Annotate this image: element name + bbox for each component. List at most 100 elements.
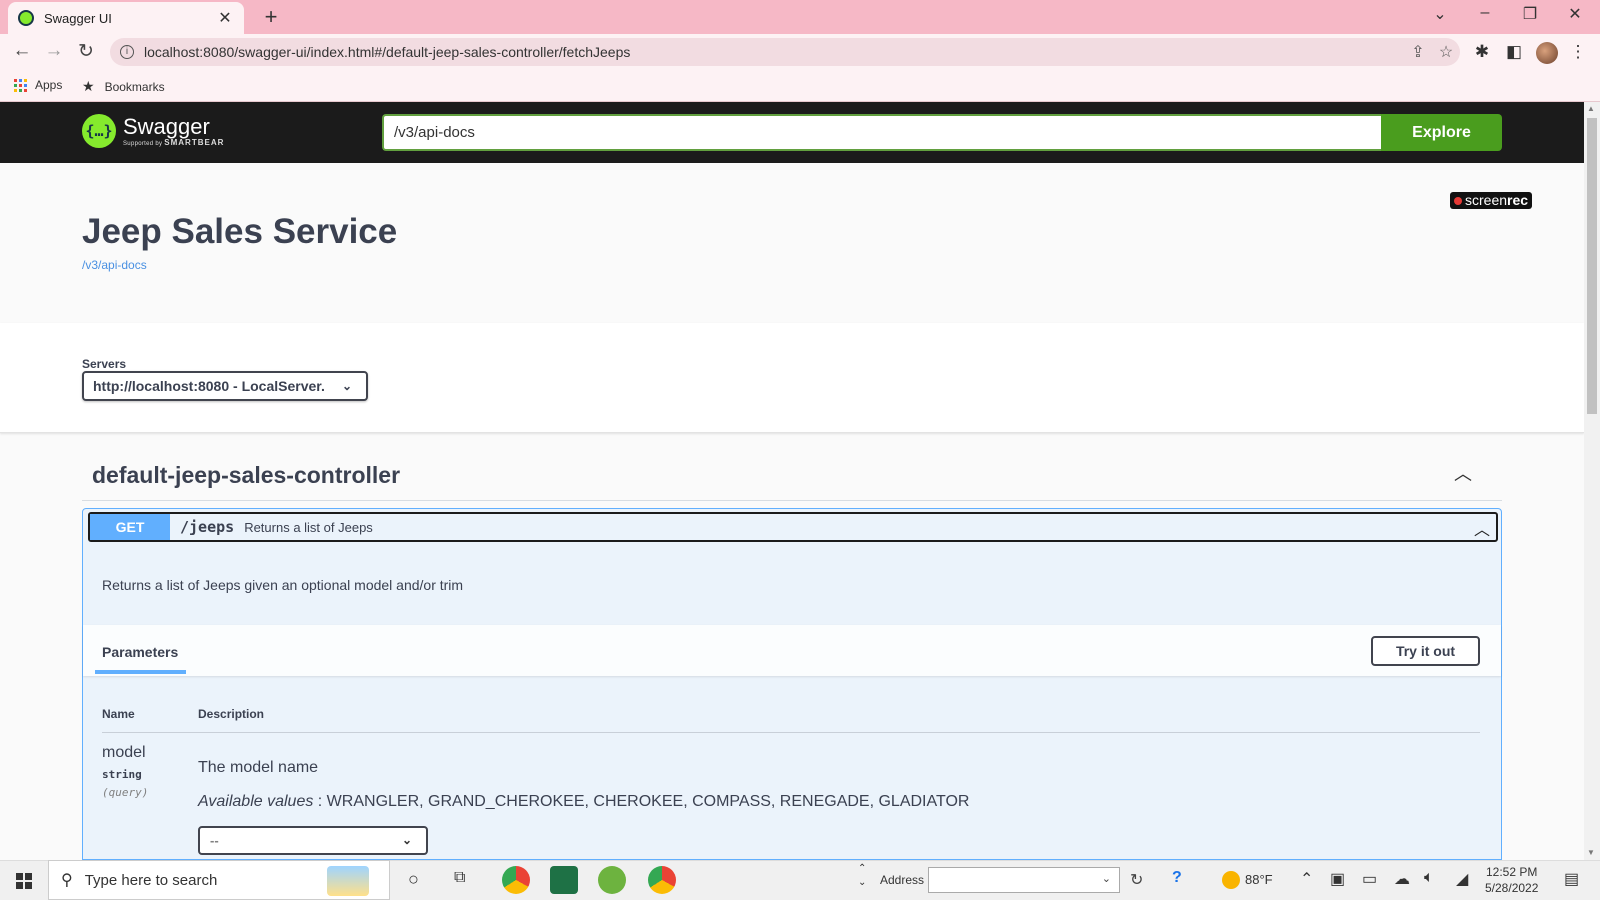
tab-search-icon[interactable]: ⌄ <box>1425 4 1455 24</box>
tag-title[interactable]: default-jeep-sales-controller <box>92 462 400 489</box>
operation-description: Returns a list of Jeeps given an optiona… <box>102 577 464 593</box>
bookmark-apps[interactable]: Apps <box>14 78 62 92</box>
tag-divider <box>82 500 1502 501</box>
url-text: localhost:8080/swagger-ui/index.html#/de… <box>144 44 631 60</box>
apps-grid-icon <box>14 78 27 92</box>
address-bar[interactable]: i localhost:8080/swagger-ui/index.html#/… <box>110 38 1460 66</box>
param-type: string <box>102 768 142 781</box>
scrollbar-thumb[interactable] <box>1587 118 1597 414</box>
page-scrollbar[interactable]: ▲ ▼ <box>1584 102 1600 860</box>
browser-tab[interactable]: Swagger UI ✕ <box>8 2 244 34</box>
swagger-logo[interactable]: {…} Swagger Supported by SMARTBEAR <box>82 114 224 148</box>
tab-title: Swagger UI <box>44 10 112 26</box>
tab-underline <box>95 670 186 674</box>
chevron-down-icon: ⌄ <box>1101 873 1111 885</box>
bookmark-star-icon[interactable]: ☆ <box>1432 42 1460 62</box>
param-description: The model name <box>198 759 319 776</box>
new-tab-button[interactable]: + <box>260 4 282 30</box>
refresh-icon[interactable]: ↻ <box>1130 870 1143 890</box>
menu-kebab-icon[interactable]: ⋮ <box>1566 42 1590 62</box>
profile-avatar[interactable] <box>1536 42 1558 64</box>
share-icon[interactable]: ⇪ <box>1404 42 1432 62</box>
address-toolbar-input[interactable]: ⌄ <box>928 867 1120 893</box>
reload-icon[interactable]: ↻ <box>74 40 98 63</box>
notifications-icon[interactable]: ▤ <box>1564 869 1579 889</box>
forward-arrow-icon[interactable]: → <box>42 40 66 62</box>
side-panel-icon[interactable]: ◧ <box>1502 42 1526 62</box>
bookmarks-bar <box>0 70 1600 102</box>
minimize-button[interactable]: – <box>1470 4 1500 22</box>
model-select[interactable]: -- ⌄ <box>198 826 428 855</box>
task-view-icon[interactable]: ⧉ <box>454 869 465 887</box>
cortana-icon[interactable]: ○ <box>408 869 419 890</box>
clock-time: 12:52 PM <box>1486 865 1538 879</box>
col-header-name: Name <box>102 707 135 721</box>
chevron-down-icon: ⌄ <box>401 833 412 847</box>
operation-summary[interactable]: GET /jeeps Returns a list of Jeeps ︿ <box>88 512 1498 542</box>
wifi-icon[interactable]: ◢ <box>1456 869 1468 889</box>
chevron-up-icon[interactable]: ︿ <box>1474 516 1490 540</box>
swagger-favicon-icon <box>18 10 34 26</box>
tab-close-icon[interactable]: ✕ <box>216 8 234 28</box>
swagger-brand: Swagger <box>123 113 210 139</box>
bookmark-apps-label: Apps <box>35 78 63 92</box>
api-docs-link[interactable]: /v3/api-docs <box>82 258 147 272</box>
available-values-list: : WRANGLER, GRAND_CHEROKEE, CHEROKEE, CO… <box>313 793 970 810</box>
servers-label: Servers <box>82 357 127 371</box>
scroll-down-icon[interactable]: ▼ <box>1587 848 1595 857</box>
screenrec-badge: screen rec <box>1450 192 1533 209</box>
restore-button[interactable]: ❐ <box>1515 4 1545 24</box>
weather-temperature[interactable]: 88°F <box>1245 872 1273 887</box>
address-toolbar-label: Address <box>880 873 925 887</box>
param-available-values: Available values : WRANGLER, GRAND_CHERO… <box>198 793 969 811</box>
extensions-icon[interactable]: ✱ <box>1470 42 1494 62</box>
taskbar-clock[interactable]: 12:52 PM 5/28/2022 <box>1485 864 1538 896</box>
param-location: (query) <box>102 786 149 799</box>
parameters-header <box>83 625 1501 676</box>
meet-now-icon[interactable]: ▣ <box>1330 869 1345 889</box>
record-dot-icon <box>1454 196 1462 205</box>
spec-url-input[interactable]: /v3/api-docs <box>382 114 1381 151</box>
screenrec-text-bold: rec <box>1507 192 1529 208</box>
search-highlight-icon <box>327 866 369 896</box>
smartbear-label: SMARTBEAR <box>164 137 225 147</box>
windows-start-icon[interactable] <box>16 873 32 889</box>
taskbar-search-text: Type here to search <box>84 871 218 889</box>
battery-icon[interactable]: ▭ <box>1362 869 1377 889</box>
model-select-value: -- <box>210 833 219 848</box>
volume-icon[interactable]: 🔈︎ <box>1424 869 1434 887</box>
close-window-button[interactable]: ✕ <box>1560 4 1590 24</box>
operation-path: /jeeps <box>180 518 235 536</box>
spring-app-icon[interactable] <box>598 866 626 894</box>
servers-select[interactable]: http://localhost:8080 - LocalServer. ⌄ <box>82 371 368 401</box>
site-info-icon[interactable]: i <box>120 45 134 59</box>
collapse-chevron-icon[interactable]: ︿ <box>1454 460 1472 486</box>
taskbar-search[interactable]: ⚲ Type here to search <box>48 860 390 900</box>
clock-date: 5/28/2022 <box>1485 881 1539 895</box>
swagger-logo-icon: {…} <box>82 114 116 148</box>
onedrive-cloud-icon[interactable]: ☁ <box>1394 869 1410 889</box>
scroll-up-icon[interactable]: ▲ <box>1587 104 1595 113</box>
chrome-profile-app-icon[interactable] <box>648 866 676 894</box>
excel-app-icon[interactable] <box>550 866 578 894</box>
servers-selected-value: http://localhost:8080 - LocalServer. <box>93 378 325 394</box>
help-icon[interactable]: ? <box>1172 869 1182 887</box>
tab-parameters[interactable]: Parameters <box>102 644 178 660</box>
search-icon: ⚲ <box>61 872 73 889</box>
back-arrow-icon[interactable]: ← <box>10 40 34 62</box>
screenrec-text: screen <box>1465 192 1508 208</box>
star-icon: ★ <box>82 78 95 94</box>
method-badge: GET <box>90 514 170 540</box>
bookmark-bookmarks[interactable]: ★ Bookmarks <box>82 78 165 95</box>
explore-button[interactable]: Explore <box>1381 114 1502 151</box>
swagger-supported-by: Supported by <box>123 140 163 147</box>
col-header-description: Description <box>198 707 265 721</box>
api-title: Jeep Sales Service <box>82 212 398 251</box>
weather-sun-icon[interactable] <box>1222 871 1240 889</box>
chrome-app-icon[interactable] <box>502 866 530 894</box>
operation-summary-text: Returns a list of Jeeps <box>244 519 373 535</box>
tray-chevron-up-icon[interactable]: ⌃ <box>1300 869 1313 889</box>
param-name: model <box>102 744 146 761</box>
try-it-out-button[interactable]: Try it out <box>1371 636 1480 666</box>
toolbar-expand-icon[interactable]: ⌃ ⌄ <box>858 862 866 890</box>
